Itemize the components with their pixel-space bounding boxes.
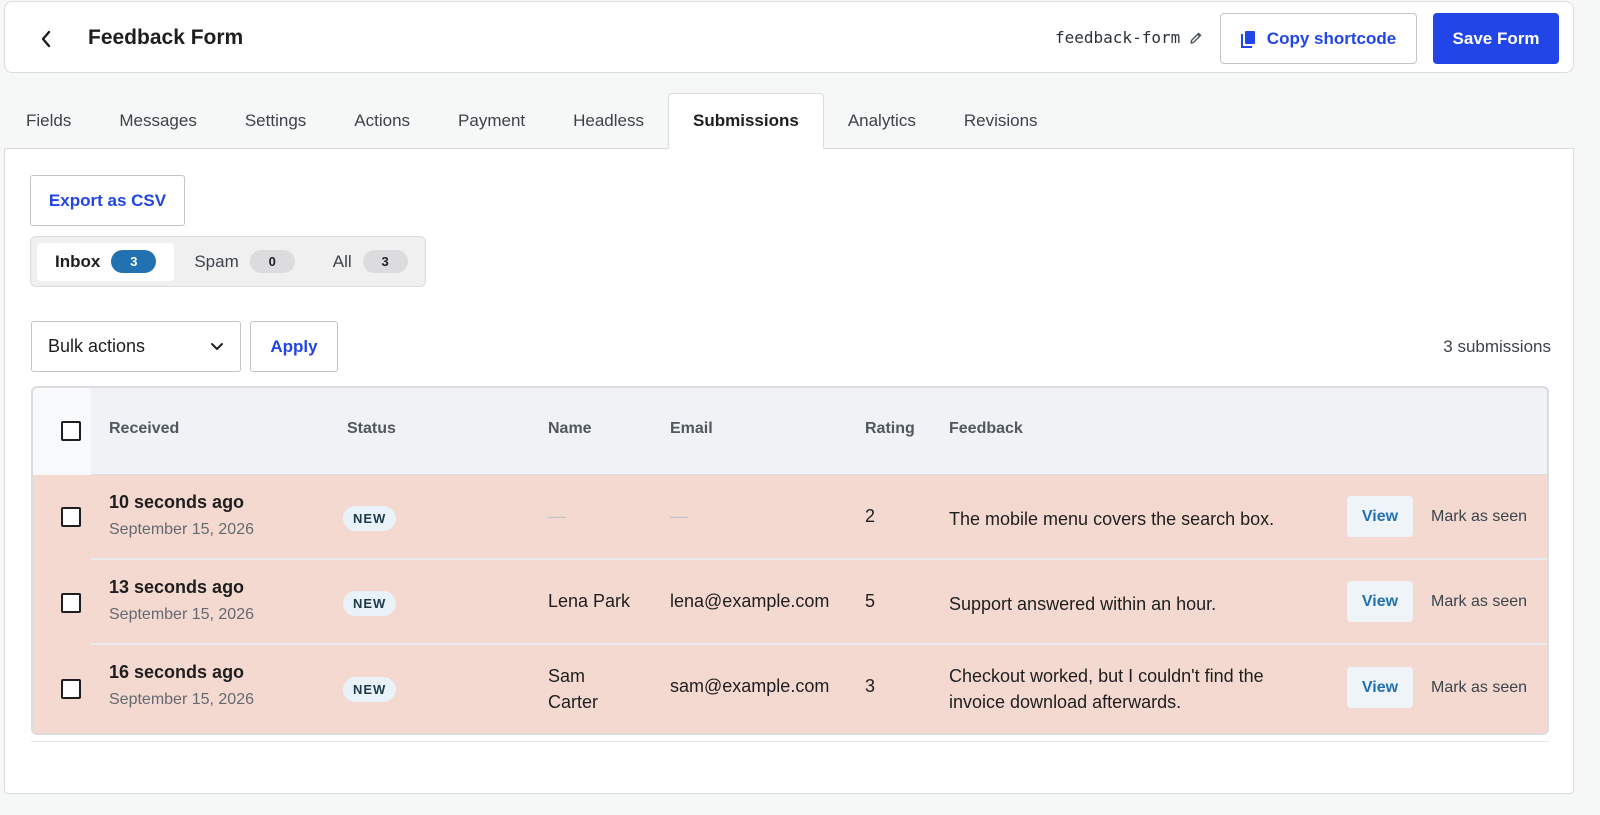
view-button[interactable]: View [1347, 496, 1413, 537]
mark-as-seen-link[interactable]: Mark as seen [1431, 679, 1527, 697]
rating-cell: 3 [865, 676, 876, 696]
mark-as-seen-link[interactable]: Mark as seen [1431, 593, 1527, 611]
count-badge: 3 [362, 250, 408, 273]
received-time: 16 seconds ago [109, 662, 245, 682]
bulk-actions-label: Bulk actions [48, 336, 146, 356]
received-cell: 13 seconds ago September 15, 2026 [109, 577, 254, 624]
table-header: Received Status Name Email Rating Feedba… [33, 388, 1547, 475]
received-cell: 16 seconds ago September 15, 2026 [109, 662, 254, 709]
email-cell: — [670, 506, 688, 526]
chevron-left-icon [41, 30, 51, 48]
name-cell: Lena Park [548, 591, 631, 611]
feedback-cell: Checkout worked, but I couldn't find the… [949, 666, 1264, 712]
export-csv-button[interactable]: Export as CSV [30, 175, 185, 226]
count-badge: 3 [111, 250, 157, 273]
filter-inbox[interactable]: Inbox 3 [37, 242, 175, 281]
tab-payment[interactable]: Payment [434, 93, 549, 149]
name-cell: Sam Carter [548, 666, 599, 712]
column-header-feedback[interactable]: Feedback [949, 420, 1023, 438]
status-badge: NEW [343, 506, 397, 531]
status-badge: NEW [343, 677, 397, 702]
column-header-name[interactable]: Name [548, 420, 592, 438]
feedback-cell: The mobile menu covers the search box. [949, 509, 1275, 529]
filter-label: Inbox [55, 251, 101, 271]
view-button[interactable]: View [1347, 581, 1413, 622]
select-all-checkbox[interactable] [61, 421, 81, 441]
column-header-status[interactable]: Status [347, 420, 396, 438]
table-row[interactable]: 13 seconds ago September 15, 2026 NEW Le… [33, 560, 1547, 645]
form-tabs: Fields Messages Settings Actions Payment… [4, 93, 1062, 149]
edit-slug-button[interactable] [1186, 28, 1206, 48]
submission-count: 3 submissions [1443, 337, 1551, 356]
copy-shortcode-button[interactable]: Copy shortcode [1220, 13, 1417, 64]
form-slug: feedback-form [1055, 28, 1181, 47]
submissions-panel: Export as CSV Inbox 3 Spam 0 All 3 Bulk … [4, 148, 1574, 794]
apply-button[interactable]: Apply [250, 321, 338, 372]
view-button[interactable]: View [1347, 667, 1413, 708]
tab-actions[interactable]: Actions [330, 93, 434, 149]
table-row[interactable]: 16 seconds ago September 15, 2026 NEW Sa… [33, 645, 1547, 733]
row-checkbox[interactable] [61, 507, 81, 527]
row-checkbox[interactable] [61, 593, 81, 613]
email-cell: sam@example.com [670, 676, 830, 696]
back-button[interactable] [31, 24, 61, 54]
form-header: Feedback Form feedback-form Copy shortco… [4, 1, 1574, 73]
chevron-down-icon [211, 342, 223, 350]
copy-shortcode-label: Copy shortcode [1266, 28, 1397, 48]
filter-label: Spam [194, 251, 239, 271]
tab-revisions[interactable]: Revisions [940, 93, 1062, 149]
feedback-cell: Support answered within an hour. [949, 594, 1217, 614]
save-form-button[interactable]: Save Form [1433, 13, 1559, 64]
page-title: Feedback Form [88, 26, 244, 49]
tab-analytics[interactable]: Analytics [824, 93, 940, 149]
rating-cell: 5 [865, 591, 876, 611]
column-header-email[interactable]: Email [670, 420, 713, 438]
received-cell: 10 seconds ago September 15, 2026 [109, 492, 254, 539]
pencil-icon [1190, 32, 1202, 44]
tab-fields[interactable]: Fields [4, 93, 95, 149]
bulk-actions-select[interactable]: Bulk actions [31, 321, 241, 372]
tab-submissions[interactable]: Submissions [668, 93, 824, 149]
filter-spam[interactable]: Spam 0 [176, 243, 312, 281]
received-time: 13 seconds ago [109, 577, 245, 597]
filter-label: All [332, 251, 352, 271]
submissions-table: Received Status Name Email Rating Feedba… [31, 386, 1549, 735]
received-time: 10 seconds ago [109, 492, 245, 512]
tab-headless[interactable]: Headless [549, 93, 668, 149]
table-row[interactable]: 10 seconds ago September 15, 2026 NEW — … [33, 475, 1547, 560]
received-date: September 15, 2026 [109, 606, 254, 623]
column-header-received[interactable]: Received [109, 420, 179, 438]
received-date: September 15, 2026 [109, 691, 254, 708]
tab-messages[interactable]: Messages [95, 93, 220, 149]
count-badge: 0 [249, 250, 295, 273]
status-filter-group: Inbox 3 Spam 0 All 3 [30, 236, 426, 287]
email-cell: lena@example.com [670, 591, 830, 611]
row-checkbox[interactable] [61, 679, 81, 699]
divider [31, 741, 1549, 742]
filter-all[interactable]: All 3 [315, 243, 426, 281]
name-cell: — [548, 506, 566, 526]
status-badge: NEW [343, 591, 397, 616]
copy-icon [1240, 30, 1255, 48]
mark-as-seen-link[interactable]: Mark as seen [1431, 508, 1527, 526]
column-header-rating[interactable]: Rating [865, 420, 915, 438]
received-date: September 15, 2026 [109, 521, 254, 538]
rating-cell: 2 [865, 506, 876, 526]
tab-settings[interactable]: Settings [221, 93, 330, 149]
